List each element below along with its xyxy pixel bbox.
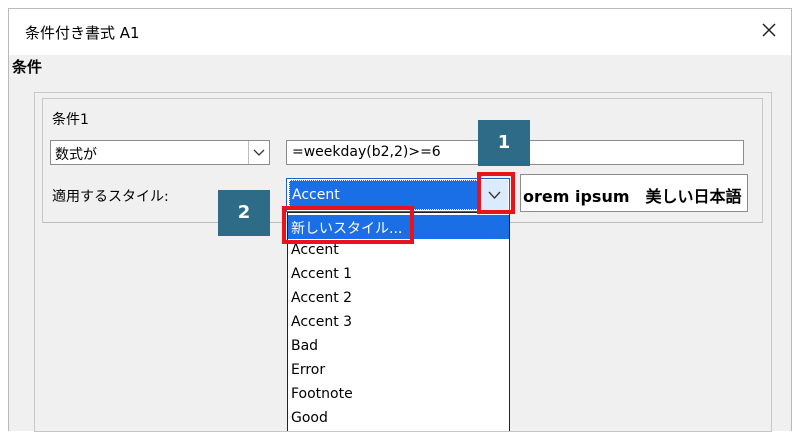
dropdown-item[interactable]: Accent 3 bbox=[288, 311, 509, 335]
dialog-title: 条件付き書式 A1 bbox=[25, 24, 140, 42]
apply-style-value: Accent bbox=[292, 187, 340, 203]
callout-badge-1: 1 bbox=[478, 120, 530, 166]
dropdown-item[interactable]: Bad bbox=[288, 335, 509, 359]
style-preview: orem ipsum 美しい日本語 bbox=[520, 174, 748, 212]
callout-badge-2: 2 bbox=[218, 190, 270, 236]
apply-style-label: 適用するスタイル: bbox=[52, 189, 169, 205]
callout-highlight-new-style bbox=[282, 206, 414, 244]
chevron-down-icon bbox=[253, 149, 265, 156]
style-dropdown-list[interactable]: 新しいスタイル... Accent Accent 1 Accent 2 Acce… bbox=[287, 212, 510, 431]
dropdown-item[interactable]: Good bbox=[288, 407, 509, 431]
title-bar: 条件付き書式 A1 bbox=[9, 9, 791, 55]
dropdown-item[interactable]: Accent 2 bbox=[288, 287, 509, 311]
section-label: 条件 bbox=[12, 58, 43, 76]
condition-title: 条件1 bbox=[52, 112, 89, 128]
dropdown-item[interactable]: Footnote bbox=[288, 383, 509, 407]
callout-highlight-dropdown-button bbox=[477, 172, 515, 214]
close-icon[interactable] bbox=[757, 18, 781, 42]
dropdown-item[interactable]: Error bbox=[288, 359, 509, 383]
formula-value: =weekday(b2,2)>=6 bbox=[292, 144, 441, 160]
condition-type-dropdown-button[interactable] bbox=[248, 141, 269, 164]
dropdown-item[interactable]: Accent 1 bbox=[288, 263, 509, 287]
condition-type-value: 数式が bbox=[55, 147, 97, 163]
condition-type-select[interactable]: 数式が bbox=[50, 140, 270, 165]
style-preview-text: orem ipsum 美しい日本語 bbox=[523, 187, 742, 206]
